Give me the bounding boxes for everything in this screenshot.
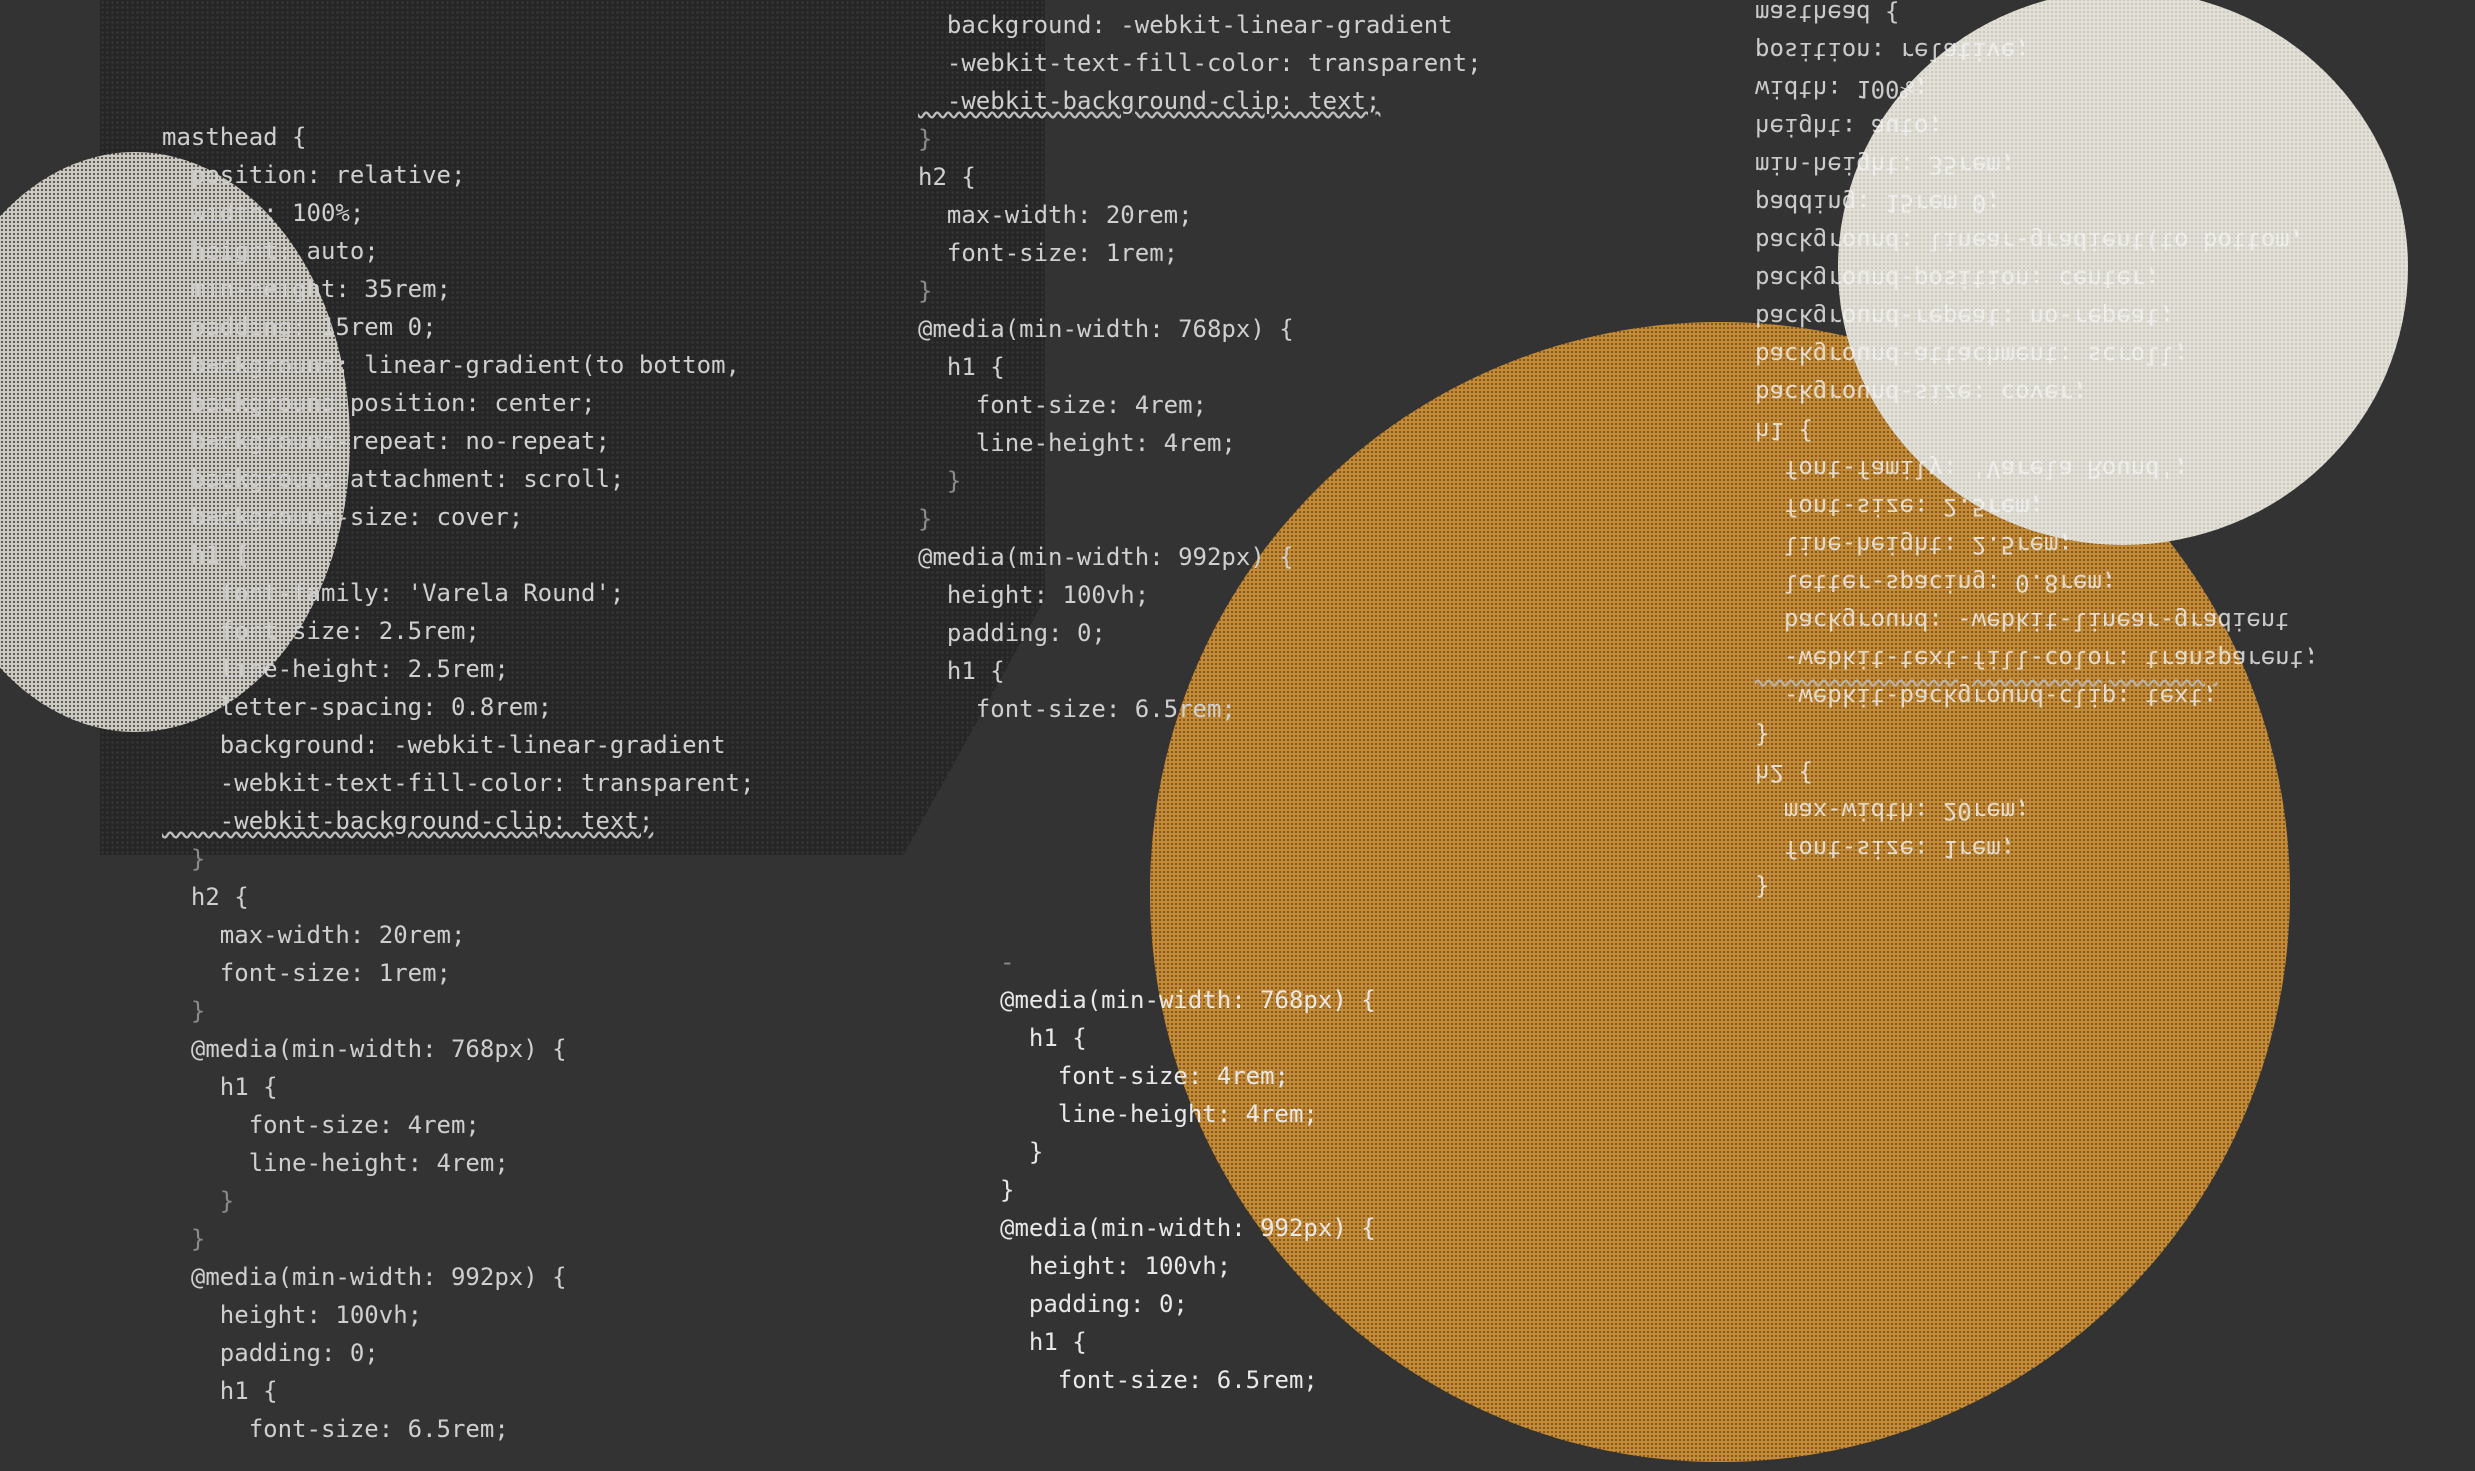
code-line: }: [1755, 721, 1770, 749]
code-line: background: linear-gradient(to bottom,: [162, 351, 740, 379]
code-line: font-size: 2.5rem;: [162, 617, 480, 645]
code-line: }: [162, 1225, 206, 1253]
code-line: masthead {: [1755, 0, 1900, 27]
code-line: font-size: 6.5rem;: [162, 1415, 509, 1443]
code-line: font-family: 'Varela Round';: [1755, 455, 2189, 483]
code-block-right-mirrored: } font-size: 1rem; max-width: 20rem; h2 {…: [1755, 0, 2319, 906]
code-line: }: [162, 1187, 235, 1215]
code-line: letter-spacing: 0.8rem;: [1755, 569, 2117, 597]
code-block-middle-top: background: -webkit-linear-gradient -web…: [918, 6, 1482, 728]
code-line: }: [162, 997, 206, 1025]
code-line: font-size: 6.5rem;: [1000, 1366, 1318, 1394]
code-line: max-width: 20rem;: [918, 201, 1193, 229]
code-line: font-size: 4rem;: [1000, 1062, 1289, 1090]
code-line: -webkit-background-clip: text;: [1755, 683, 2218, 711]
code-line: font-size: 1rem;: [162, 959, 451, 987]
code-line: padding: 15rem 0;: [162, 313, 437, 341]
code-line: }: [1755, 873, 1770, 901]
code-line: -: [1000, 948, 1015, 976]
code-line: background-attachment: scroll;: [162, 465, 625, 493]
code-line: background-position: center;: [162, 389, 596, 417]
code-line: background-position: center;: [1755, 265, 2160, 293]
code-line: height: 100vh;: [1000, 1252, 1232, 1280]
code-line: position: relative;: [1755, 37, 2030, 65]
code-line: height: 100vh;: [162, 1301, 423, 1329]
code-line: line-height: 4rem;: [162, 1149, 509, 1177]
code-line: }: [918, 277, 933, 305]
code-line: background: -webkit-linear-gradient: [1755, 607, 2290, 635]
code-line: line-height: 2.5rem;: [1755, 531, 2073, 559]
code-line: @media(min-width: 768px) {: [1000, 986, 1376, 1014]
code-line: min-height: 35rem;: [1755, 151, 2016, 179]
code-line: position: relative;: [162, 161, 466, 189]
code-line: masthead {: [162, 123, 307, 151]
code-line: height: auto;: [162, 237, 379, 265]
code-line: background: -webkit-linear-gradient: [918, 11, 1453, 39]
code-line: }: [1000, 1138, 1044, 1166]
code-line: line-height: 4rem;: [1000, 1100, 1318, 1128]
code-line: h2 {: [918, 163, 976, 191]
code-line: h1 {: [162, 1073, 278, 1101]
code-line: h1 {: [162, 1377, 278, 1405]
code-line: -webkit-text-fill-color: transparent;: [162, 769, 755, 797]
code-line: height: 100vh;: [918, 581, 1150, 609]
code-line: line-height: 2.5rem;: [162, 655, 509, 683]
code-line: max-width: 20rem;: [162, 921, 466, 949]
code-line: line-height: 4rem;: [918, 429, 1236, 457]
code-line: h1 {: [1000, 1328, 1087, 1356]
code-line: @media(min-width: 992px) {: [162, 1263, 567, 1291]
code-line: font-size: 1rem;: [1755, 835, 2016, 863]
code-line: background-repeat: no-repeat;: [1755, 303, 2175, 331]
code-line: h2 {: [162, 883, 249, 911]
code-line: h1 {: [1000, 1024, 1087, 1052]
code-line: padding: 0;: [162, 1339, 379, 1367]
code-line: h2 {: [1755, 759, 1813, 787]
code-line: }: [918, 125, 933, 153]
code-line: height: auto;: [1755, 113, 1943, 141]
code-line: font-size: 6.5rem;: [918, 695, 1236, 723]
code-line: -webkit-text-fill-color: transparent;: [918, 49, 1482, 77]
code-line: @media(min-width: 768px) {: [162, 1035, 567, 1063]
code-line: font-size: 4rem;: [162, 1111, 480, 1139]
code-block-middle-bottom: - @media(min-width: 768px) { h1 { font-si…: [1000, 943, 1376, 1399]
code-line: letter-spacing: 0.8rem;: [162, 693, 553, 721]
code-line: background-size: cover;: [162, 503, 524, 531]
code-line: }: [918, 467, 962, 495]
code-line: background-repeat: no-repeat;: [162, 427, 610, 455]
code-line: padding: 0;: [1000, 1290, 1188, 1318]
code-line: background: -webkit-linear-gradient: [162, 731, 726, 759]
code-line: width: 100%;: [1755, 75, 1929, 103]
code-line: @media(min-width: 992px) {: [1000, 1214, 1376, 1242]
code-line: font-size: 1rem;: [918, 239, 1179, 267]
code-line: font-size: 4rem;: [918, 391, 1207, 419]
code-line: padding: 0;: [918, 619, 1106, 647]
code-line: }: [1000, 1176, 1015, 1204]
code-block-left: masthead { position: relative; width: 10…: [162, 118, 754, 1448]
code-line: h1 {: [1755, 417, 1813, 445]
code-line: h1 {: [162, 541, 249, 569]
code-line: width: 100%;: [162, 199, 365, 227]
code-line: @media(min-width: 992px) {: [918, 543, 1294, 571]
code-line: background-size: cover;: [1755, 379, 2088, 407]
code-line: background: linear-gradient(to bottom,: [1755, 227, 2305, 255]
code-line: -webkit-background-clip: text;: [918, 87, 1381, 115]
code-line: }: [918, 505, 933, 533]
code-line: -webkit-text-fill-color: transparent;: [1755, 645, 2319, 673]
code-line: font-size: 2.5rem;: [1755, 493, 2044, 521]
code-line: max-width: 20rem;: [1755, 797, 2030, 825]
code-line: background-attachment: scroll;: [1755, 341, 2189, 369]
code-line: @media(min-width: 768px) {: [918, 315, 1294, 343]
code-line: min-height: 35rem;: [162, 275, 451, 303]
code-line: -webkit-background-clip: text;: [162, 807, 654, 835]
code-line: h1 {: [918, 353, 1005, 381]
code-line: h1 {: [918, 657, 1005, 685]
code-line: padding: 15rem 0;: [1755, 189, 2001, 217]
code-line: }: [162, 845, 206, 873]
code-line: font-family: 'Varela Round';: [162, 579, 625, 607]
